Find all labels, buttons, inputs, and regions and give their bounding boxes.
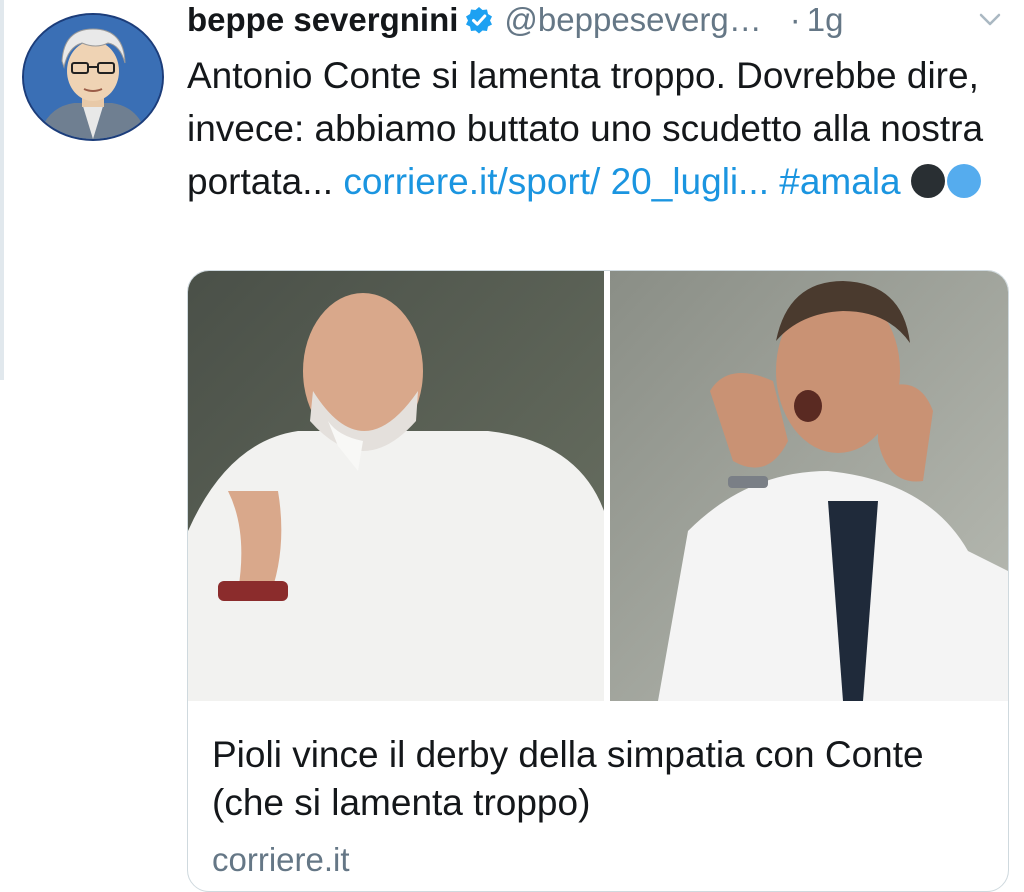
- avatar-illustration: [24, 15, 162, 139]
- card-domain: corriere.it: [212, 841, 350, 878]
- verified-badge-icon: [464, 5, 494, 35]
- link-card[interactable]: Pioli vince il derby della simpatia con …: [187, 270, 1009, 892]
- author-name[interactable]: beppe severgnini: [187, 1, 458, 39]
- author-handle[interactable]: @beppeseverg…: [504, 1, 761, 39]
- tweet-link[interactable]: corriere.it/sport/ 20_lugli...: [343, 161, 769, 202]
- tweet-header: beppe severgnini @beppeseverg… · 1g: [187, 0, 1004, 40]
- chevron-down-icon[interactable]: [976, 6, 1004, 34]
- black-circle-icon: [910, 164, 945, 198]
- separator-dot: ·: [789, 1, 801, 38]
- blue-circle-icon: [946, 164, 981, 198]
- avatar[interactable]: [22, 13, 164, 141]
- tweet-text: Antonio Conte si lamenta troppo. Dovrebb…: [187, 49, 997, 208]
- thread-line: [0, 0, 4, 380]
- card-image: [188, 271, 1008, 701]
- card-title[interactable]: Pioli vince il derby della simpatia con …: [212, 731, 992, 827]
- tweet-time[interactable]: 1g: [807, 1, 844, 39]
- hashtag-link[interactable]: #amala: [779, 161, 900, 202]
